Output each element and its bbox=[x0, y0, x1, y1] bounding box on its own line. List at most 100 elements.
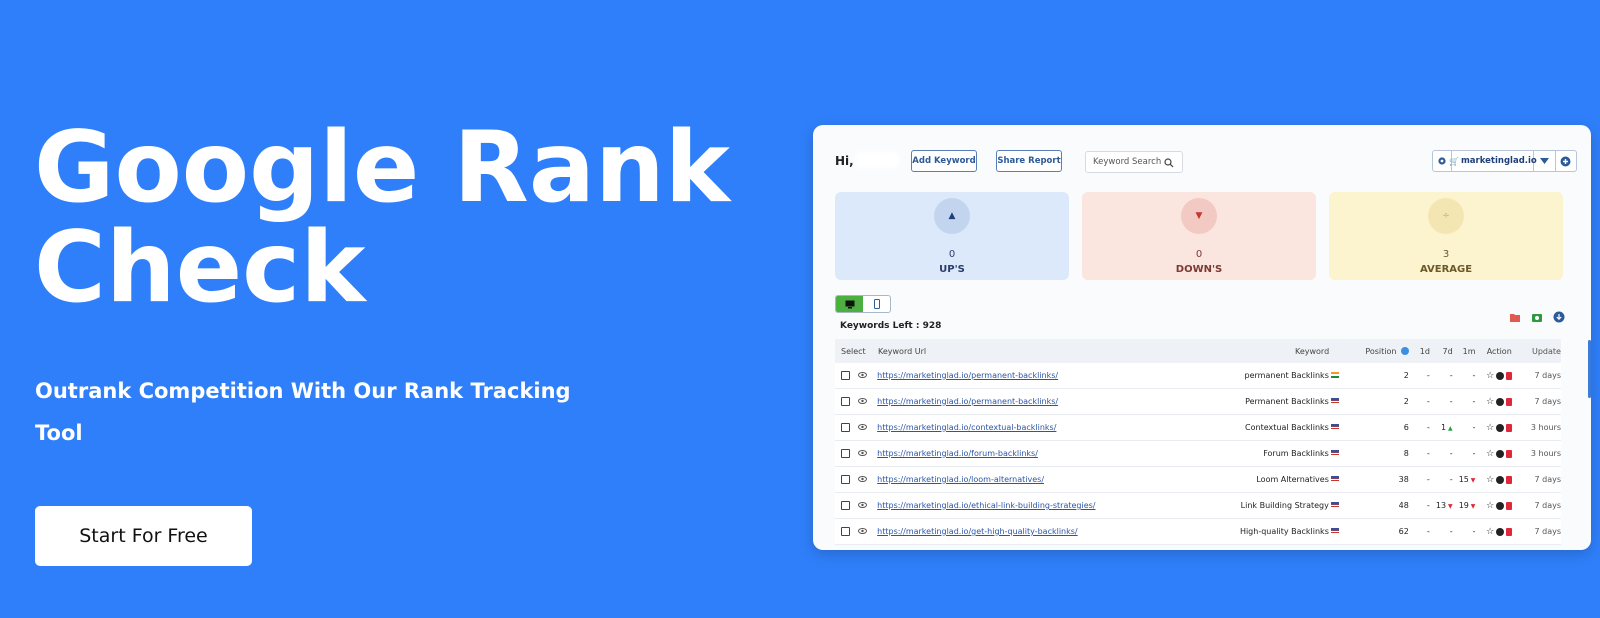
change-1d: - bbox=[1426, 475, 1430, 484]
google-icon[interactable] bbox=[1496, 449, 1505, 458]
google-icon[interactable] bbox=[1496, 371, 1505, 380]
row-checkbox[interactable] bbox=[841, 501, 850, 510]
flag-icon bbox=[1330, 398, 1339, 404]
site-dropdown-toggle[interactable] bbox=[1534, 151, 1556, 171]
country-flag bbox=[1330, 501, 1342, 510]
col-action: Action bbox=[1486, 346, 1512, 356]
share-report-button[interactable]: Share Report bbox=[996, 150, 1062, 172]
chevron-down-icon bbox=[1540, 158, 1550, 164]
change-1d: - bbox=[1426, 371, 1430, 380]
star-icon[interactable]: ☆ bbox=[1486, 397, 1494, 407]
add-site-button[interactable] bbox=[1556, 151, 1576, 171]
start-for-free-button[interactable]: Start For Free bbox=[35, 506, 252, 566]
row-checkbox[interactable] bbox=[841, 449, 850, 458]
google-icon[interactable] bbox=[1496, 475, 1505, 484]
table-tools bbox=[1509, 308, 1565, 323]
view-button[interactable] bbox=[858, 527, 877, 536]
keyword-text: Loom Alternatives bbox=[1256, 475, 1329, 484]
row-checkbox[interactable] bbox=[841, 423, 850, 432]
row-select bbox=[835, 371, 858, 380]
star-icon[interactable]: ☆ bbox=[1486, 501, 1494, 511]
change-7d: - bbox=[1430, 527, 1453, 536]
keyword-text: Link Building Strategy bbox=[1240, 501, 1329, 510]
view-button[interactable] bbox=[858, 449, 877, 458]
keyword-url-link[interactable]: https://marketinglad.io/get-high-quality… bbox=[877, 527, 1162, 536]
country-flag bbox=[1330, 371, 1342, 380]
eye-icon bbox=[858, 372, 868, 378]
trash-icon[interactable] bbox=[1506, 527, 1513, 536]
keyword-url-link[interactable]: https://marketinglad.io/permanent-backli… bbox=[877, 397, 1162, 406]
star-icon[interactable]: ☆ bbox=[1486, 449, 1494, 459]
keyword-search-input[interactable]: Keyword Search bbox=[1085, 151, 1183, 173]
row-checkbox[interactable] bbox=[841, 527, 850, 536]
table-header: Select Keyword Url Keyword Position 1d 7… bbox=[835, 339, 1561, 363]
star-icon[interactable]: ☆ bbox=[1486, 475, 1494, 485]
row-select bbox=[835, 475, 858, 484]
view-button[interactable] bbox=[858, 501, 877, 510]
star-icon[interactable]: ☆ bbox=[1486, 423, 1494, 433]
trash-icon[interactable] bbox=[1506, 371, 1513, 380]
mobile-toggle[interactable] bbox=[863, 296, 890, 312]
change-7d: - bbox=[1430, 449, 1453, 458]
change-1d: - bbox=[1426, 397, 1430, 406]
col-1d: 1d bbox=[1419, 346, 1430, 356]
google-icon[interactable] bbox=[1496, 527, 1505, 536]
trash-icon[interactable] bbox=[1506, 397, 1513, 406]
keyword-text: Forum Backlinks bbox=[1263, 449, 1329, 458]
row-checkbox[interactable] bbox=[841, 371, 850, 380]
view-button[interactable] bbox=[858, 475, 877, 484]
eye-icon bbox=[858, 450, 868, 456]
keyword-url-link[interactable]: https://marketinglad.io/contextual-backl… bbox=[877, 423, 1162, 432]
desktop-toggle[interactable] bbox=[836, 296, 863, 312]
keyword-text: permanent Backlinks bbox=[1244, 371, 1329, 380]
col-position[interactable]: Position bbox=[1343, 347, 1410, 356]
table-row: https://marketinglad.io/ethical-link-bui… bbox=[835, 493, 1561, 519]
downs-card: ▼ 0 DOWN'S bbox=[1082, 192, 1316, 280]
star-icon[interactable]: ☆ bbox=[1486, 371, 1494, 381]
download-icon[interactable] bbox=[1553, 308, 1565, 323]
site-dropdown[interactable]: 🛒 marketinglad.io bbox=[1449, 151, 1537, 171]
folder-icon[interactable] bbox=[1509, 308, 1521, 322]
add-keyword-button[interactable]: Add Keyword bbox=[911, 150, 977, 172]
google-icon[interactable] bbox=[1496, 501, 1505, 510]
table-scrollbar[interactable] bbox=[1588, 340, 1591, 398]
keyword-text: High-quality Backlinks bbox=[1239, 527, 1329, 536]
change-7d: - bbox=[1430, 475, 1453, 484]
ups-label: UP'S bbox=[939, 264, 965, 275]
row-checkbox[interactable] bbox=[841, 475, 850, 484]
app-toolbar: Hi, Add Keyword Share Report Keyword Sea… bbox=[835, 150, 1577, 174]
keyword-url-link[interactable]: https://marketinglad.io/loom-alternative… bbox=[877, 475, 1162, 484]
google-icon[interactable] bbox=[1496, 397, 1505, 406]
trash-icon[interactable] bbox=[1506, 423, 1513, 432]
screenshot-icon[interactable] bbox=[1531, 308, 1543, 322]
view-button[interactable] bbox=[858, 397, 877, 406]
plus-circle-icon bbox=[1560, 156, 1571, 166]
keyword-url-link[interactable]: https://marketinglad.io/ethical-link-bui… bbox=[877, 501, 1162, 510]
keyword-text: Contextual Backlinks bbox=[1245, 423, 1329, 432]
star-icon[interactable]: ☆ bbox=[1486, 527, 1494, 537]
view-button[interactable] bbox=[858, 423, 877, 432]
flag-icon bbox=[1330, 372, 1339, 378]
change-1m: - bbox=[1453, 527, 1476, 536]
google-icon[interactable] bbox=[1496, 423, 1505, 432]
desktop-icon bbox=[845, 300, 854, 308]
update-time: 7 days bbox=[1534, 501, 1561, 510]
view-button[interactable] bbox=[858, 371, 877, 380]
row-checkbox[interactable] bbox=[841, 397, 850, 406]
flag-icon bbox=[1330, 502, 1339, 508]
user-name-redacted bbox=[855, 152, 899, 168]
table-row: https://marketinglad.io/contextual-backl… bbox=[835, 415, 1561, 441]
update-time: 3 hours bbox=[1530, 449, 1561, 458]
eye-icon bbox=[858, 424, 868, 430]
trash-icon[interactable] bbox=[1506, 475, 1513, 484]
trash-icon[interactable] bbox=[1506, 501, 1513, 510]
hero-title-line-1: Google Rank bbox=[34, 111, 730, 225]
keyword-url-link[interactable]: https://marketinglad.io/forum-backlinks/ bbox=[877, 449, 1162, 458]
trash-icon[interactable] bbox=[1506, 449, 1513, 458]
keyword-url-link[interactable]: https://marketinglad.io/permanent-backli… bbox=[877, 371, 1162, 380]
update-time: 7 days bbox=[1534, 371, 1561, 380]
change-7d: 1 ▲ bbox=[1430, 423, 1453, 432]
site-selector: 🛒 marketinglad.io bbox=[1432, 150, 1577, 172]
flag-icon bbox=[1330, 424, 1339, 430]
mobile-icon bbox=[873, 299, 880, 309]
